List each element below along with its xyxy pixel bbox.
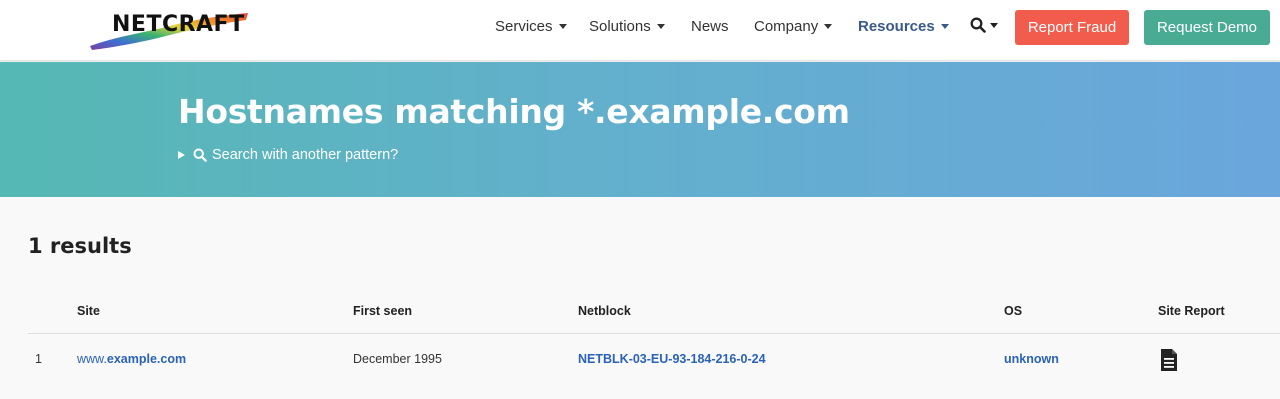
search-icon: [193, 148, 207, 162]
site-link-domain: example.com: [106, 352, 187, 366]
document-icon[interactable]: [1160, 348, 1178, 372]
caret-down-icon: [656, 24, 665, 29]
table-header-divider: [28, 333, 1280, 334]
nav-solutions[interactable]: Solutions: [589, 18, 665, 35]
search-banner: Hostnames matching *.example.com Search …: [0, 62, 1280, 197]
column-header-netblock: Netblock: [578, 304, 631, 318]
top-navbar: NETCRAFT Services Solutions News Company…: [0, 0, 1280, 61]
os-link[interactable]: unknown: [1004, 352, 1059, 366]
column-header-site: Site: [77, 304, 100, 318]
disclosure-triangle-icon: [178, 151, 185, 159]
request-demo-button[interactable]: Request Demo: [1144, 10, 1270, 45]
column-header-os: OS: [1004, 304, 1023, 318]
nav-company-label: Company: [754, 18, 819, 35]
row-index: 1: [35, 352, 42, 366]
search-pattern-label: Search with another pattern?: [212, 147, 399, 163]
search-dropdown-toggle[interactable]: [970, 17, 998, 33]
nav-solutions-label: Solutions: [589, 18, 651, 35]
column-header-site-report: Site Report: [1158, 304, 1225, 318]
caret-down-icon: [558, 24, 567, 29]
nav-resources-label: Resources: [858, 18, 935, 35]
caret-down-icon: [990, 22, 998, 28]
site-link-prefix: www.: [77, 352, 107, 366]
site-link[interactable]: www.example.com: [77, 352, 186, 366]
nav-news-label: News: [691, 18, 729, 35]
nav-services[interactable]: Services: [495, 18, 567, 35]
report-fraud-button[interactable]: Report Fraud: [1015, 10, 1129, 45]
nav-news[interactable]: News: [691, 18, 729, 35]
nav-company[interactable]: Company: [754, 18, 833, 35]
caret-down-icon: [940, 24, 949, 29]
column-header-first-seen: First seen: [353, 304, 413, 318]
nav-services-label: Services: [495, 18, 553, 35]
caret-down-icon: [824, 24, 833, 29]
search-pattern-toggle[interactable]: Search with another pattern?: [178, 147, 398, 163]
nav-resources[interactable]: Resources: [858, 18, 949, 35]
search-icon: [970, 17, 986, 33]
page-title: Hostnames matching *.example.com: [178, 92, 850, 131]
netblock-link[interactable]: NETBLK-03-EU-93-184-216-0-24: [578, 352, 766, 366]
first-seen-value: December 1995: [353, 352, 442, 366]
results-count-heading: 1 results: [28, 234, 132, 258]
logo-wordmark[interactable]: NETCRAFT: [112, 12, 245, 37]
